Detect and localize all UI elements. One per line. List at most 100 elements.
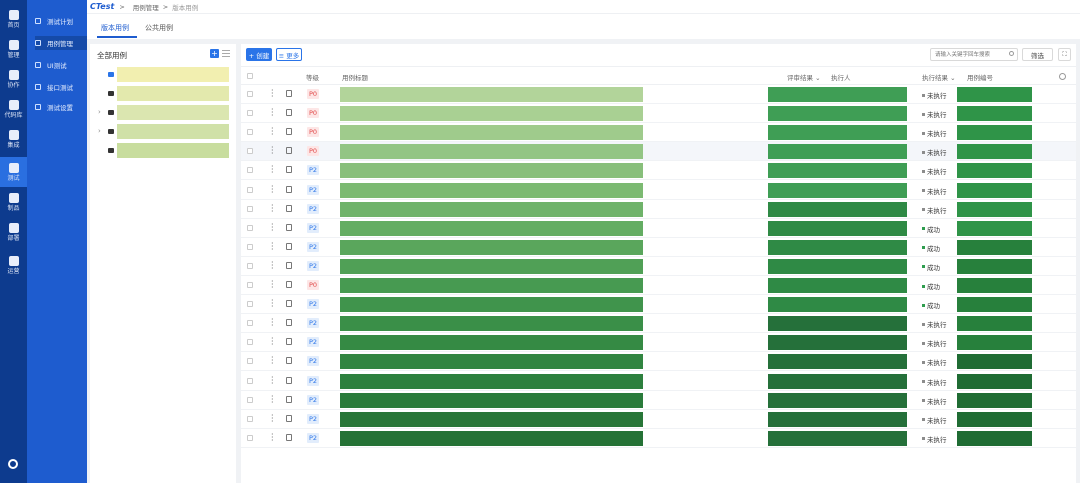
create-button[interactable]: + 创建 — [246, 48, 272, 61]
row-checkbox[interactable] — [247, 91, 253, 97]
row-checkbox[interactable] — [247, 148, 253, 155]
filter-button[interactable]: 筛选 — [1022, 48, 1053, 61]
row-checkbox[interactable] — [247, 377, 253, 384]
row-menu-icon[interactable]: · · · — [271, 144, 274, 158]
row-menu-icon[interactable]: · · · — [271, 278, 274, 292]
table-row[interactable]: · · · P2 成功 — [241, 219, 1076, 238]
row-checkbox[interactable] — [247, 396, 253, 403]
case-doc-icon[interactable] — [286, 357, 292, 365]
case-title-cell[interactable] — [340, 430, 643, 446]
row-menu-icon[interactable]: · · · — [271, 335, 274, 349]
subnav-item-3[interactable]: 接口测试 — [35, 80, 85, 94]
col-title[interactable]: 用例标题 — [342, 72, 368, 82]
case-title-cell[interactable] — [340, 354, 643, 370]
case-title-cell[interactable] — [340, 163, 643, 179]
row-checkbox[interactable] — [247, 186, 253, 193]
case-doc-icon[interactable] — [286, 376, 292, 384]
rail-item-1[interactable]: 管理 — [0, 34, 27, 64]
column-settings-icon[interactable] — [1059, 73, 1066, 80]
col-executor[interactable]: 执行人 — [831, 72, 851, 82]
row-menu-icon[interactable]: · · · — [271, 106, 274, 120]
rail-item-0[interactable]: 首页 — [0, 4, 27, 34]
case-title-cell[interactable] — [340, 258, 643, 274]
table-row[interactable]: · · · P2 未执行 — [241, 161, 1076, 181]
table-row[interactable]: · · · P2 未执行 — [241, 333, 1076, 353]
case-title-cell[interactable] — [340, 201, 643, 217]
more-button[interactable]: ≡ 更多 — [276, 48, 302, 61]
tab-public-cases[interactable]: 公共用例 — [145, 23, 173, 33]
row-checkbox[interactable] — [247, 301, 253, 308]
case-title-cell[interactable] — [340, 297, 643, 313]
case-doc-icon[interactable] — [286, 281, 292, 288]
add-folder-button[interactable]: + — [210, 49, 219, 58]
row-checkbox[interactable] — [247, 243, 253, 250]
table-row[interactable]: · · · P2 成功 — [241, 295, 1076, 315]
row-checkbox[interactable] — [247, 205, 253, 212]
search-input[interactable] — [930, 48, 1018, 61]
row-checkbox[interactable] — [247, 339, 253, 346]
subnav-item-4[interactable]: 测试设置 — [35, 100, 85, 114]
col-exec-result[interactable]: 执行结果 ⌄ — [922, 72, 956, 82]
table-row[interactable]: · · · P2 成功 — [241, 238, 1076, 257]
row-menu-icon[interactable]: · · · — [271, 87, 274, 101]
col-review[interactable]: 评审结果 ⌄ — [787, 72, 821, 82]
case-doc-icon[interactable] — [286, 90, 292, 97]
row-checkbox[interactable] — [247, 167, 253, 174]
case-title-cell[interactable] — [340, 278, 643, 293]
case-title-cell[interactable] — [340, 373, 643, 389]
table-row[interactable]: · · · P2 未执行 — [241, 352, 1076, 372]
rail-item-7[interactable]: 部署 — [0, 217, 27, 247]
case-title-cell[interactable] — [340, 87, 643, 102]
row-menu-icon[interactable]: · · · — [271, 201, 274, 215]
table-row[interactable]: · · · P2 未执行 — [241, 391, 1076, 410]
case-doc-icon[interactable] — [286, 128, 292, 136]
expand-caret-icon[interactable]: › — [98, 108, 101, 116]
case-title-cell[interactable] — [340, 106, 643, 122]
row-menu-icon[interactable]: · · · — [271, 316, 274, 330]
row-menu-icon[interactable]: · · · — [271, 258, 274, 272]
table-row[interactable]: · · · P0 未执行 — [241, 104, 1076, 124]
case-doc-icon[interactable] — [286, 319, 292, 327]
case-doc-icon[interactable] — [286, 300, 292, 308]
rail-item-5[interactable]: 测试 — [0, 157, 27, 187]
table-row[interactable]: · · · P0 成功 — [241, 276, 1076, 295]
row-menu-icon[interactable]: · · · — [271, 411, 274, 425]
row-menu-icon[interactable]: · · · — [271, 297, 274, 311]
rail-item-8[interactable]: 运营 — [0, 250, 27, 280]
case-doc-icon[interactable] — [286, 204, 292, 212]
subnav-item-0[interactable]: 测试计划 — [35, 14, 85, 28]
case-title-cell[interactable] — [340, 125, 643, 141]
rail-item-3[interactable]: 代码库 — [0, 94, 27, 124]
table-row[interactable]: · · · P0 未执行 — [241, 85, 1076, 104]
tree-menu-icon[interactable] — [222, 50, 230, 57]
case-doc-icon[interactable] — [286, 109, 292, 117]
col-level[interactable]: 等级 — [306, 72, 319, 82]
case-title-cell[interactable] — [340, 411, 643, 427]
row-menu-icon[interactable]: · · · — [271, 125, 274, 139]
case-doc-icon[interactable] — [286, 147, 292, 155]
tab-version-cases[interactable]: 版本用例 — [101, 23, 129, 33]
row-checkbox[interactable] — [247, 110, 253, 117]
case-doc-icon[interactable] — [286, 223, 292, 231]
expand-caret-icon[interactable]: › — [98, 127, 101, 135]
search-icon[interactable] — [1009, 51, 1014, 56]
row-checkbox[interactable] — [247, 224, 253, 231]
case-title-cell[interactable] — [340, 144, 643, 160]
table-row[interactable]: · · · P0 未执行 — [241, 142, 1076, 162]
rail-item-2[interactable]: 协作 — [0, 64, 27, 94]
row-menu-icon[interactable]: · · · — [271, 163, 274, 177]
breadcrumb-case-management[interactable]: 用例管理 — [133, 2, 159, 12]
row-menu-icon[interactable]: · · · — [271, 239, 274, 253]
row-menu-icon[interactable]: · · · — [271, 220, 274, 234]
row-menu-icon[interactable]: · · · — [271, 354, 274, 368]
case-doc-icon[interactable] — [286, 185, 292, 193]
case-doc-icon[interactable] — [286, 395, 292, 403]
table-row[interactable]: · · · P2 未执行 — [241, 410, 1076, 429]
row-checkbox[interactable] — [247, 434, 253, 441]
row-menu-icon[interactable]: · · · — [271, 182, 274, 196]
case-title-cell[interactable] — [340, 392, 643, 408]
case-title-cell[interactable] — [340, 220, 643, 236]
case-title-cell[interactable] — [340, 182, 643, 198]
case-doc-icon[interactable] — [286, 242, 292, 250]
rail-item-6[interactable]: 制品 — [0, 187, 27, 217]
